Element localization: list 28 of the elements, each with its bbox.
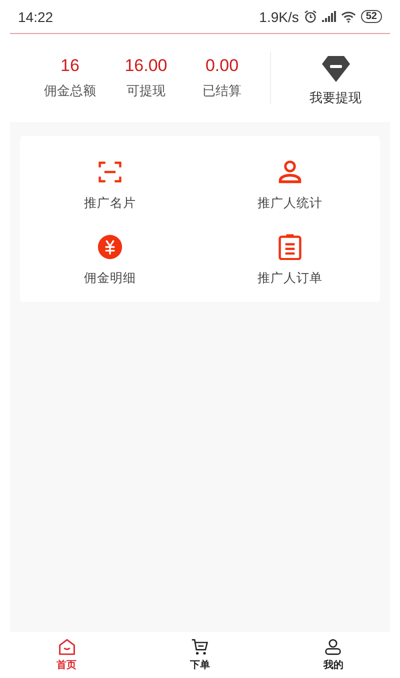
yen-coin-icon [97,234,123,260]
network-speed: 1.9K/s [259,8,299,24]
wifi-icon [340,10,356,22]
diamond-icon [320,54,350,82]
nav-tab[interactable]: 首页 [0,632,134,678]
home-icon [58,638,76,656]
stat-label: 佣金总额 [44,83,96,100]
menu-item[interactable]: 推广人统计 [200,158,380,213]
nav-tab[interactable]: 我的 [266,632,400,678]
clock-time: 14:22 [18,8,54,24]
alarm-icon [304,10,317,23]
stat-value: 16 [60,56,80,76]
signal-icon [322,11,336,22]
menu-item[interactable]: 佣金明细 [20,233,200,288]
scan-frame-icon [97,159,123,185]
menu-item[interactable]: 推广人订单 [200,233,380,288]
stat-value: 16.00 [124,56,168,76]
stat-value: 0.00 [205,56,239,76]
nav-tab[interactable]: 下单 [133,632,267,678]
user-icon [277,159,303,185]
user-icon [324,638,342,656]
withdraw-button[interactable]: 我要提现 [271,48,400,108]
stat-label: 可提现 [126,83,166,100]
cart-icon [190,638,209,656]
clipboard-icon [277,234,303,260]
stat-label: 已结算 [202,83,242,100]
menu-item[interactable]: 推广名片 [20,158,200,213]
battery-indicator: 52 [360,10,382,23]
